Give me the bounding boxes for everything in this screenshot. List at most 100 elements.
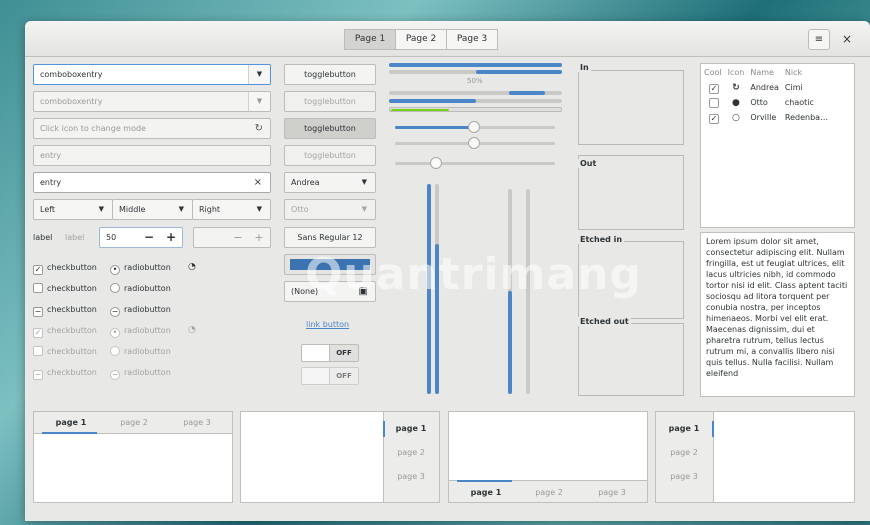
spinner-icon: ◔: [188, 325, 196, 335]
checkbutton-5[interactable]: checkbutton: [33, 346, 97, 358]
notebook-right-tab-2[interactable]: page 2: [391, 446, 431, 460]
notebook-top-tab-3[interactable]: page 3: [172, 416, 222, 430]
clear-icon[interactable]: ×: [254, 173, 262, 192]
spin-minus-button[interactable]: −: [138, 228, 160, 247]
switch-1[interactable]: OFF: [301, 344, 359, 362]
notebook-right-tab-1[interactable]: page 1: [391, 422, 431, 436]
combobox-entry-2[interactable]: comboboxentry ▼: [33, 91, 271, 112]
radiobutton-6[interactable]: − radiobutton: [110, 367, 171, 380]
notebook-left-tab-3[interactable]: page 3: [664, 470, 704, 484]
tree-header: Cool Icon Name Nick: [701, 65, 831, 80]
combobox-entry-1[interactable]: comboboxentry ▼: [33, 64, 271, 85]
combo-middle[interactable]: Middle ▼: [112, 199, 193, 220]
chevron-down-icon: ▼: [98, 205, 104, 213]
vscale-3-fill: [508, 291, 512, 394]
column-cool[interactable]: Cool: [701, 65, 725, 80]
tree-table: Cool Icon Name Nick ✓ ↻ Andrea Cimi ● Ot…: [701, 65, 831, 125]
hscale-2-handle[interactable]: [468, 137, 480, 149]
check-icon: ✓: [33, 328, 43, 338]
table-row[interactable]: ✓ ↻ Andrea Cimi: [701, 80, 831, 95]
checkbutton-2[interactable]: checkbutton: [33, 283, 97, 295]
close-button[interactable]: ×: [842, 32, 852, 46]
tree-name: Otto: [750, 98, 768, 107]
combo-left[interactable]: Left ▼: [33, 199, 113, 220]
togglebutton-4[interactable]: togglebutton: [284, 145, 376, 166]
progress-label: 50%: [467, 77, 483, 85]
column-name[interactable]: Name: [747, 65, 782, 80]
table-row[interactable]: ✓ ○ Orville Redenba…: [701, 110, 831, 125]
radiobutton-1[interactable]: • radiobutton: [110, 262, 171, 275]
combobox-entry-2-text: comboboxentry: [40, 97, 103, 106]
spin-plus-button[interactable]: +: [160, 228, 182, 247]
radiobutton-2[interactable]: radiobutton: [110, 283, 171, 295]
notebook-right-tab-3[interactable]: page 3: [391, 470, 431, 484]
hscale-3-handle[interactable]: [430, 157, 442, 169]
tab-page-2[interactable]: Page 2: [395, 29, 447, 50]
frame-in: [578, 70, 684, 145]
combo-right[interactable]: Right ▼: [192, 199, 271, 220]
togglebutton-1[interactable]: togglebutton: [284, 64, 376, 85]
combo-andrea[interactable]: Andrea ▼: [284, 172, 376, 193]
radiobutton-4[interactable]: • radiobutton: [110, 325, 171, 338]
switch-2[interactable]: OFF: [301, 367, 359, 385]
tab-page-3[interactable]: Page 3: [446, 29, 498, 50]
radiobutton-5[interactable]: radiobutton: [110, 346, 171, 358]
reload-icon: ↻: [732, 82, 740, 93]
checkbutton-1[interactable]: ✓ checkbutton: [33, 262, 97, 275]
notebook-left-tab-2[interactable]: page 2: [664, 446, 704, 460]
notebook-bottom-tab-3[interactable]: page 3: [587, 486, 637, 500]
hscale-3[interactable]: [395, 162, 555, 165]
tab-underline: [457, 480, 512, 482]
check-icon[interactable]: ✓: [709, 83, 719, 94]
entry-clearable[interactable]: entry ×: [33, 172, 271, 193]
tab-page-1[interactable]: Page 1: [344, 29, 396, 50]
text-view[interactable]: Lorem ipsum dolor sit amet, consectetur …: [700, 232, 855, 397]
frame-etched-in-label: Etched in: [578, 235, 625, 244]
hscale-1-handle[interactable]: [468, 121, 480, 133]
column-icon[interactable]: Icon: [725, 65, 748, 80]
spinner-icon: ◔: [188, 262, 196, 272]
progress-bar-3-fill: [509, 91, 545, 95]
link-button[interactable]: link button: [306, 320, 349, 329]
notebook-top-tab-2[interactable]: page 2: [109, 416, 159, 430]
chevron-down-icon[interactable]: ▼: [248, 65, 270, 84]
notebook-top-tab-1[interactable]: page 1: [46, 416, 96, 430]
spin-minus-button[interactable]: −: [228, 228, 248, 247]
combo-otto[interactable]: Otto ▼: [284, 199, 376, 220]
label-a: label: [33, 233, 53, 242]
spinbutton-insensitive[interactable]: − +: [193, 227, 271, 248]
watermark: Quantrimang: [305, 249, 642, 300]
level-bar-fill: [391, 109, 449, 111]
checkbox-empty-icon[interactable]: [709, 97, 719, 108]
tree-name: Andrea: [750, 83, 779, 92]
notebook-bottom-tab-2[interactable]: page 2: [524, 486, 574, 500]
checkbox-empty-icon: [33, 346, 43, 356]
chevron-down-icon[interactable]: ▼: [248, 92, 270, 111]
checkbutton-1-label: checkbutton: [47, 263, 97, 272]
checkbutton-4[interactable]: ✓ checkbutton: [33, 325, 97, 338]
mode-entry-placeholder: Click icon to change mode: [40, 124, 146, 133]
radiobutton-5-label: radiobutton: [124, 347, 171, 356]
column-nick[interactable]: Nick: [782, 65, 831, 80]
combo-right-label: Right: [199, 205, 221, 214]
togglebutton-3[interactable]: togglebutton: [284, 118, 376, 139]
frame-in-label: In: [578, 63, 591, 72]
checkbutton-4-label: checkbutton: [47, 326, 97, 335]
font-button[interactable]: Sans Regular 12: [284, 227, 376, 248]
table-row[interactable]: ● Otto chaotic: [701, 95, 831, 110]
checkbutton-3[interactable]: − checkbutton: [33, 304, 97, 317]
notebook-bottom: page 1 page 2 page 3: [448, 411, 648, 503]
mode-entry[interactable]: Click icon to change mode ↻: [33, 118, 271, 139]
check-icon[interactable]: ✓: [709, 113, 719, 124]
notebook-bottom-tab-1[interactable]: page 1: [461, 486, 511, 500]
refresh-icon[interactable]: ↻: [255, 119, 263, 138]
spin-plus-button[interactable]: +: [249, 228, 269, 247]
menu-button[interactable]: ≡: [808, 29, 830, 50]
combo-middle-label: Middle: [119, 205, 146, 214]
radiobutton-3[interactable]: − radiobutton: [110, 304, 171, 317]
notebook-left-tab-1[interactable]: page 1: [664, 422, 704, 436]
entry-insensitive[interactable]: entry: [33, 145, 271, 166]
checkbutton-6[interactable]: − checkbutton: [33, 367, 97, 380]
togglebutton-2[interactable]: togglebutton: [284, 91, 376, 112]
spinbutton[interactable]: 50 − +: [99, 227, 183, 248]
